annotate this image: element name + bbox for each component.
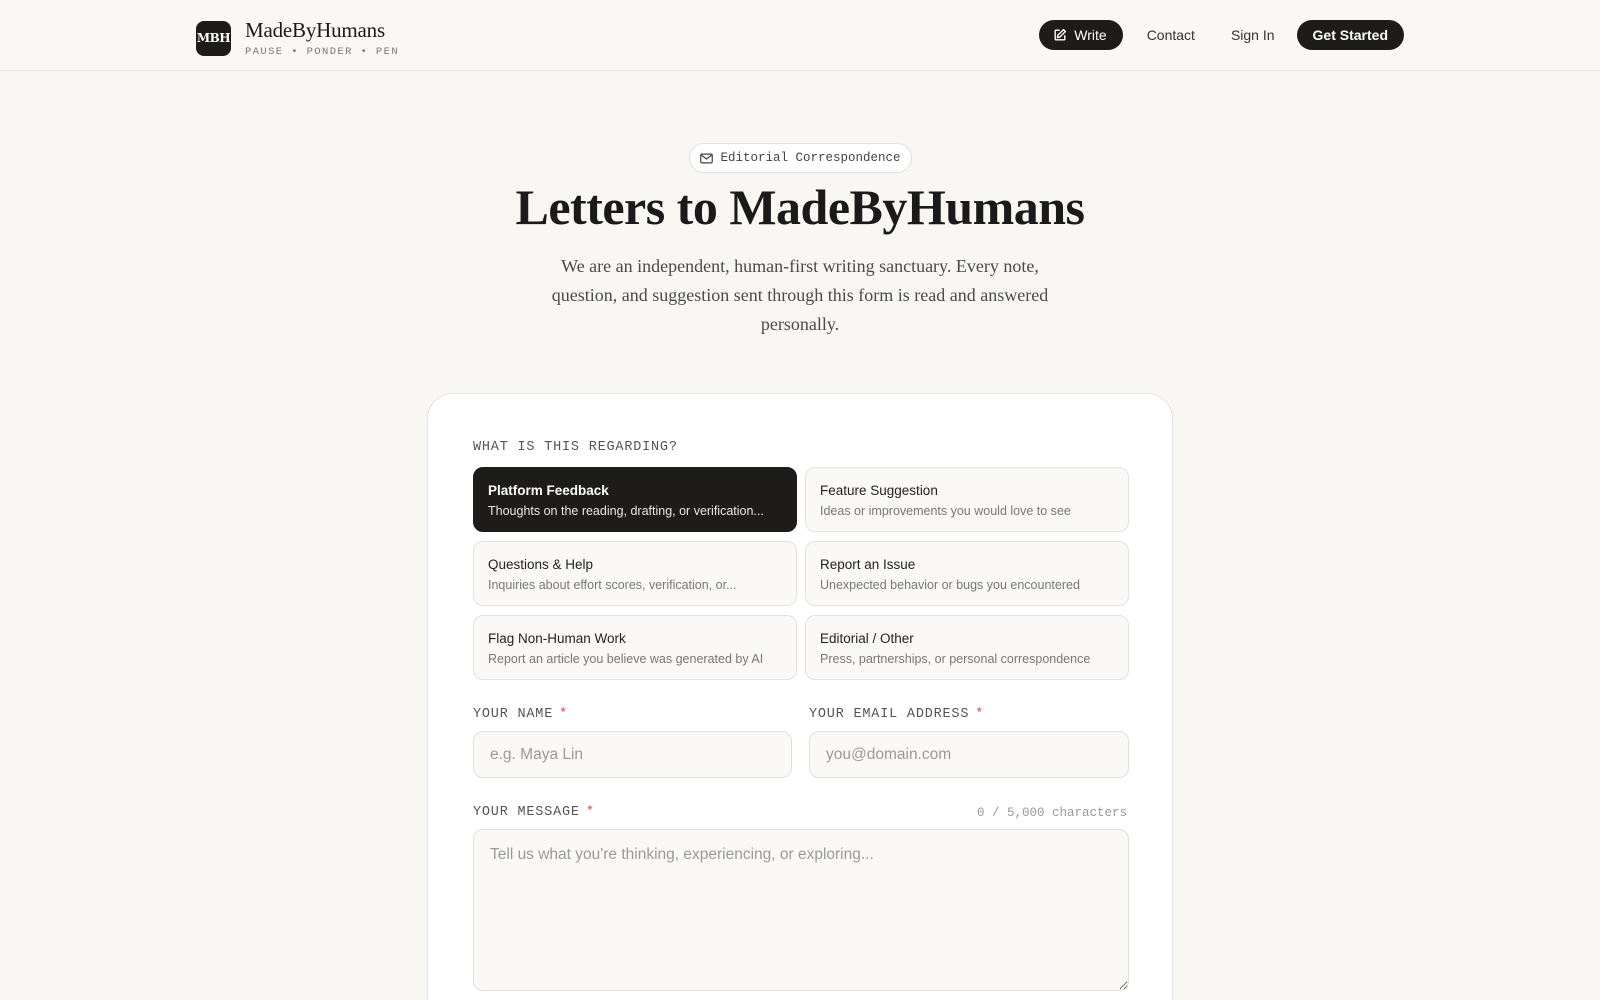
message-label-text: YOUR MESSAGE bbox=[473, 805, 580, 820]
name-label-text: YOUR NAME bbox=[473, 707, 554, 722]
topic-report-issue[interactable]: Report an Issue Unexpected behavior or b… bbox=[805, 541, 1129, 606]
get-started-button[interactable]: Get Started bbox=[1296, 20, 1404, 50]
topic-desc: Unexpected behavior or bugs you encounte… bbox=[820, 578, 1080, 592]
write-button[interactable]: Write bbox=[1039, 20, 1123, 50]
topic-desc: Inquiries about effort scores, verificat… bbox=[488, 578, 737, 592]
email-label-text: YOUR EMAIL ADDRESS bbox=[809, 707, 970, 722]
email-label: YOUR EMAIL ADDRESS * bbox=[809, 707, 984, 722]
topic-flag-non-human[interactable]: Flag Non-Human Work Report an article yo… bbox=[473, 615, 797, 680]
required-mark: * bbox=[559, 707, 569, 722]
brand-text: MadeByHumans PAUSE • PONDER • PEN bbox=[245, 18, 399, 58]
badge-label: Editorial Correspondence bbox=[720, 151, 901, 165]
contact-form-card: WHAT IS THIS REGARDING? Platform Feedbac… bbox=[427, 393, 1173, 1000]
brand[interactable]: MBH MadeByHumans PAUSE • PONDER • PEN bbox=[196, 18, 399, 58]
required-mark: * bbox=[585, 805, 595, 820]
topic-title: Flag Non-Human Work bbox=[488, 631, 626, 646]
email-input[interactable] bbox=[809, 731, 1129, 778]
regarding-label: WHAT IS THIS REGARDING? bbox=[473, 440, 678, 455]
editorial-badge: Editorial Correspondence bbox=[689, 143, 912, 173]
page-subtitle: We are an independent, human-first writi… bbox=[551, 256, 1049, 334]
pencil-square-icon bbox=[1054, 28, 1067, 41]
topic-title: Report an Issue bbox=[820, 557, 916, 572]
topic-title: Questions & Help bbox=[488, 557, 594, 572]
write-button-label: Write bbox=[1074, 27, 1107, 43]
topic-feature-suggestion[interactable]: Feature Suggestion Ideas or improvements… bbox=[805, 467, 1129, 532]
nav-contact-link[interactable]: Contact bbox=[1147, 27, 1195, 43]
topic-title: Editorial / Other bbox=[820, 631, 914, 646]
topic-platform-feedback[interactable]: Platform Feedback Thoughts on the readin… bbox=[473, 467, 797, 532]
required-mark: * bbox=[975, 707, 985, 722]
envelope-icon bbox=[700, 153, 714, 163]
message-label: YOUR MESSAGE * bbox=[473, 805, 595, 820]
brand-name: MadeByHumans bbox=[245, 18, 385, 42]
topic-desc: Ideas or improvements you would love to … bbox=[820, 504, 1071, 518]
nav-signin-link[interactable]: Sign In bbox=[1231, 27, 1275, 43]
topic-desc: Report an article you believe was genera… bbox=[488, 652, 764, 666]
name-label: YOUR NAME * bbox=[473, 707, 568, 722]
brand-tagline: PAUSE • PONDER • PEN bbox=[245, 46, 400, 58]
char-counter: 0 / 5,000 characters bbox=[976, 806, 1127, 820]
topic-title: Feature Suggestion bbox=[820, 483, 938, 498]
topic-title: Platform Feedback bbox=[488, 483, 609, 498]
message-textarea[interactable] bbox=[473, 829, 1129, 991]
topic-questions-help[interactable]: Questions & Help Inquiries about effort … bbox=[473, 541, 797, 606]
topic-desc: Thoughts on the reading, drafting, or ve… bbox=[488, 504, 764, 518]
page-title: Letters to MadeByHumans bbox=[515, 179, 1086, 235]
name-input[interactable] bbox=[473, 731, 792, 778]
topic-desc: Press, partnerships, or personal corresp… bbox=[820, 652, 1091, 666]
logo[interactable]: MBH bbox=[196, 20, 231, 56]
topic-editorial-other[interactable]: Editorial / Other Press, partnerships, o… bbox=[805, 615, 1129, 680]
main-nav: Write Contact Sign In Get Started bbox=[1039, 20, 1404, 50]
site-header: MBH MadeByHumans PAUSE • PONDER • PEN Wr… bbox=[0, 0, 1600, 71]
